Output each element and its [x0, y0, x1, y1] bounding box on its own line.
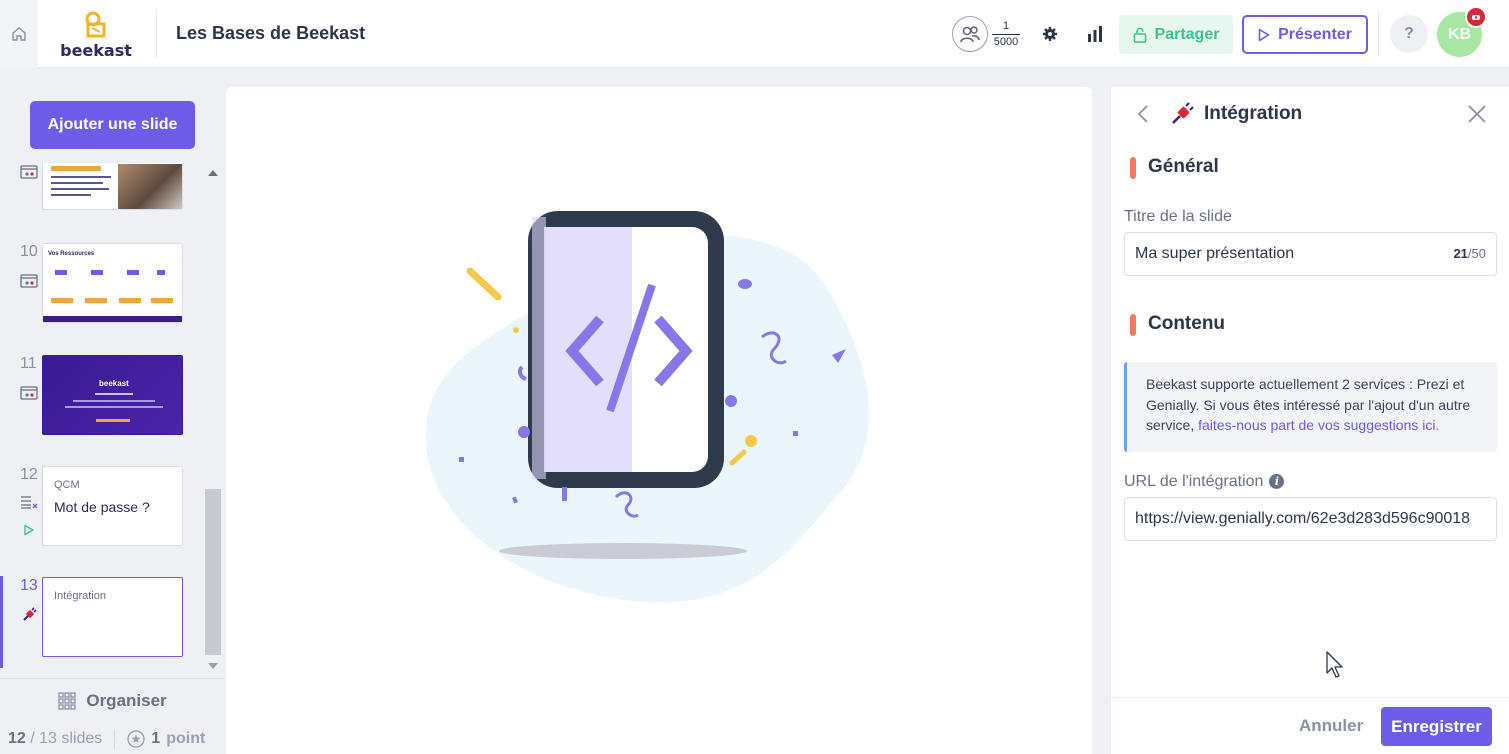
points-counter: 1 point	[127, 730, 205, 748]
url-label-text: URL de l'intégration	[1124, 473, 1264, 490]
char-count-max: /50	[1467, 246, 1486, 261]
thumb-title: Vos Ressources	[48, 251, 95, 257]
gift-icon	[1472, 15, 1480, 20]
logo-text: beekast	[60, 41, 132, 60]
home-icon	[12, 27, 26, 41]
share-button[interactable]: Partager	[1119, 15, 1233, 54]
char-counter: 21/50	[1453, 246, 1486, 261]
participants-max: 5000	[993, 35, 1019, 48]
present-label: Présenter	[1278, 25, 1352, 43]
slide-title-input[interactable]: Ma super présentation 21/50	[1124, 232, 1497, 276]
slide-number: 10	[20, 243, 38, 260]
presentation-title[interactable]: Les Bases de Beekast	[176, 23, 365, 44]
url-label: URL de l'intégration i	[1124, 473, 1285, 491]
content-slide-icon	[20, 165, 38, 179]
slide-title-label: Titre de la slide	[1124, 208, 1232, 225]
cancel-button[interactable]: Annuler	[1299, 716, 1363, 736]
notification-badge[interactable]	[1465, 6, 1487, 28]
active-slide-indicator	[0, 576, 3, 668]
slide-list: 10 Vos Ressources 11 beekast 12 QCM Mot …	[0, 163, 200, 677]
play-icon	[1258, 28, 1270, 41]
slide-counter: 12 / 13 slides	[8, 730, 102, 748]
lock-icon	[1133, 27, 1146, 43]
mouse-cursor-icon	[1326, 651, 1343, 678]
present-button[interactable]: Présenter	[1242, 15, 1368, 54]
plug-icon	[1172, 102, 1194, 124]
services-info-box: Beekast supporte actuellement 2 services…	[1124, 362, 1497, 452]
qcm-icon	[21, 496, 38, 509]
share-label: Partager	[1154, 25, 1220, 43]
info-icon[interactable]: i	[1269, 474, 1285, 489]
participants-counter[interactable]: 1 5000	[952, 16, 1020, 52]
slides-total: / 13 slides	[30, 729, 103, 747]
header-divider-right	[1378, 12, 1379, 56]
participants-count: 1 5000	[992, 20, 1020, 49]
points-label: point	[166, 729, 206, 747]
grid-icon	[58, 691, 76, 710]
section-general-title: Général	[1130, 156, 1219, 179]
close-icon[interactable]	[1466, 103, 1488, 125]
slide-thumbnail[interactable]: Intégration	[42, 577, 183, 657]
results-button[interactable]	[1083, 22, 1107, 46]
integration-url-input[interactable]: https://view.genially.com/62e3d283d596c9…	[1124, 497, 1497, 541]
slides-sidebar: Ajouter une slide 10 Vos Ressources 11 b…	[0, 69, 225, 754]
slide-thumbnail[interactable]	[42, 163, 183, 210]
scroll-up-arrow[interactable]	[206, 165, 220, 179]
beekast-logo-icon	[85, 11, 106, 38]
section-content-title: Contenu	[1130, 313, 1225, 336]
integration-settings-panel: Intégration Général Titre de la slide Ma…	[1110, 87, 1509, 754]
settings-button[interactable]	[1038, 22, 1062, 46]
slide-number: 12	[20, 466, 38, 483]
slide-title-value: Ma super présentation	[1135, 245, 1295, 262]
slide-thumbnail[interactable]: beekast	[42, 355, 183, 435]
char-count-current: 21	[1453, 246, 1468, 261]
play-status-icon	[24, 524, 34, 536]
panel-title: Intégration	[1204, 103, 1303, 124]
panel-header: Intégration	[1111, 87, 1509, 141]
content-slide-icon	[20, 274, 38, 288]
suggestions-link[interactable]: faites-nous part de vos suggestions ici.	[1198, 417, 1439, 433]
bar-chart-icon	[1088, 26, 1102, 42]
scroll-down-arrow[interactable]	[206, 659, 220, 673]
content-slide-icon	[20, 386, 38, 400]
slide-list-scrollbar[interactable]	[202, 165, 222, 677]
participants-icon	[952, 16, 988, 52]
organise-label: Organiser	[86, 690, 167, 710]
thumb-label: Intégration	[54, 590, 106, 602]
top-header: beekast Les Bases de Beekast 1 5000 Part…	[0, 0, 1509, 68]
slide-thumbnail[interactable]: Vos Ressources	[42, 243, 183, 323]
scroll-thumb[interactable]	[205, 489, 221, 655]
url-value: https://view.genially.com/62e3d283d596c9…	[1135, 510, 1471, 527]
home-button[interactable]	[0, 0, 38, 68]
header-divider	[156, 10, 157, 58]
points-value: 1	[151, 729, 161, 747]
save-button[interactable]: Enregistrer	[1381, 707, 1492, 746]
slides-stats: 12 / 13 slides 1 point	[0, 723, 225, 754]
add-slide-button[interactable]: Ajouter une slide	[30, 101, 195, 149]
star-icon	[127, 729, 145, 748]
back-arrow-icon[interactable]	[1133, 103, 1153, 125]
slide-canvas[interactable]	[226, 87, 1092, 754]
gear-icon	[1043, 27, 1057, 41]
code-embed-illustration	[425, 211, 869, 603]
participants-current: 1	[1002, 19, 1010, 32]
thumb-title: beekast	[99, 379, 129, 388]
thumb-label: QCM	[54, 479, 80, 491]
slides-current: 12	[8, 729, 26, 747]
organise-button[interactable]: Organiser	[0, 678, 225, 722]
slide-number: 11	[20, 355, 37, 372]
slide-number: 13	[20, 577, 38, 594]
plug-icon	[23, 607, 37, 621]
thumb-title: Mot de passe ?	[54, 499, 150, 515]
panel-footer: Annuler Enregistrer	[1111, 697, 1509, 754]
beekast-logo[interactable]: beekast	[56, 10, 136, 60]
slide-thumbnail[interactable]: QCM Mot de passe ?	[42, 466, 183, 546]
help-button[interactable]: ?	[1390, 15, 1428, 53]
